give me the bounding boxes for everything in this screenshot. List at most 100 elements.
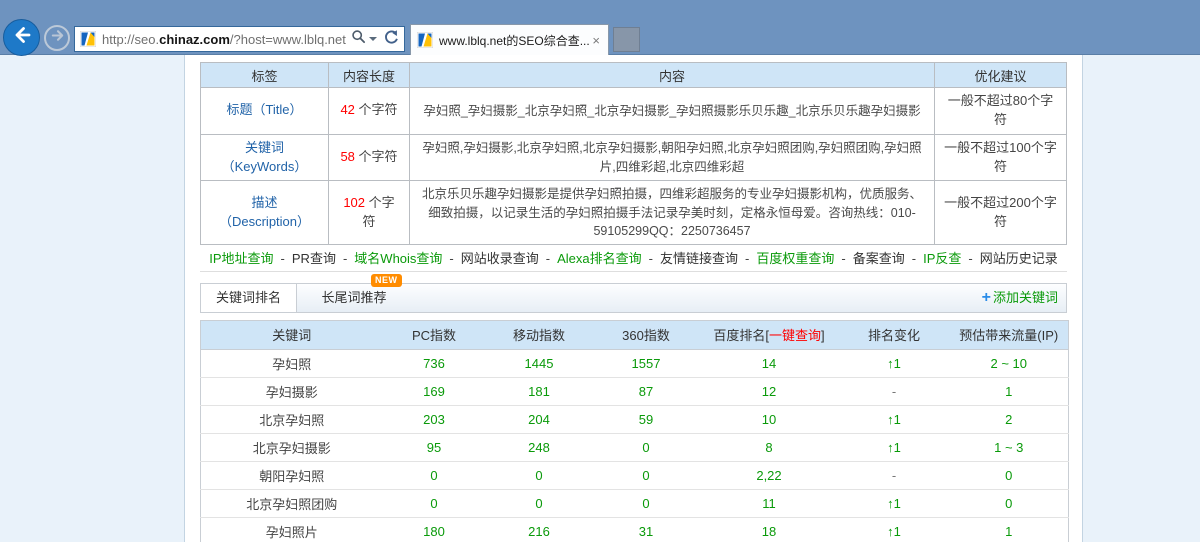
keyword-row: 北京孕妇摄影 95 248 0 8 ↑1 1 ~ 3 <box>201 433 1069 461</box>
tab-favicon-icon <box>417 32 433 48</box>
keyword-header-row: 关键词 PC指数 移动指数 360指数 百度排名[一键查询] 排名变化 预估带来… <box>201 320 1069 349</box>
kw-header-keyword: 关键词 <box>201 320 383 349</box>
link-icp-record[interactable]: 备案查询 <box>834 248 904 267</box>
keyword-cell: 北京孕妇照团购 <box>201 489 383 517</box>
keyword-cell: 北京孕妇摄影 <box>201 433 383 461</box>
pc-index-cell: 169 <box>383 377 486 405</box>
new-tab-button[interactable] <box>613 27 640 52</box>
meta-header-suggestion: 优化建议 <box>935 63 1067 88</box>
keyword-cell: 朝阳孕妇照 <box>201 461 383 489</box>
keyword-row: 孕妇照 736 1445 1557 14 ↑1 2 ~ 10 <box>201 349 1069 377</box>
one-click-query-link[interactable]: 一键查询 <box>769 328 821 343</box>
mobile-index-cell: 181 <box>486 377 593 405</box>
description-link[interactable]: 描述（Description） <box>201 181 329 244</box>
kw-header-mobile-index: 移动指数 <box>486 320 593 349</box>
kw-header-baidu-rank: 百度排名[一键查询] <box>700 320 839 349</box>
mobile-index-cell: 216 <box>486 517 593 542</box>
mobile-index-cell: 0 <box>486 461 593 489</box>
keywords-link[interactable]: 关键词（KeyWords） <box>201 134 329 181</box>
360-index-cell: 0 <box>593 433 700 461</box>
title-suggestion: 一般不超过80个字符 <box>935 88 1067 135</box>
keyword-panel-tabstrip: 关键词排名 长尾词推荐 NEW +添加关键词 <box>200 283 1067 313</box>
keywords-suggestion: 一般不超过100个字符 <box>935 134 1067 181</box>
rank-change-cell: ↑1 <box>839 405 950 433</box>
meta-header-row: 标签 内容长度 内容 优化建议 <box>201 63 1067 88</box>
keyword-row: 北京孕妇照 203 204 59 10 ↑1 2 <box>201 405 1069 433</box>
tab-longtail-suggest[interactable]: 长尾词推荐 <box>298 284 410 312</box>
add-keyword-button[interactable]: +添加关键词 <box>982 284 1058 312</box>
pc-index-cell: 0 <box>383 461 486 489</box>
search-icon[interactable] <box>351 29 366 49</box>
meta-row-keywords: 关键词（KeyWords） 58 个字符 孕妇照,孕妇摄影,北京孕妇照,北京孕妇… <box>201 134 1067 181</box>
pc-index-cell: 736 <box>383 349 486 377</box>
link-friend-links[interactable]: 友情链接查询 <box>642 248 738 267</box>
kw-header-360-index: 360指数 <box>593 320 700 349</box>
rank-change-cell: - <box>839 461 950 489</box>
keywords-char-count: 58 个字符 <box>329 134 410 181</box>
link-alexa-rank[interactable]: Alexa排名查询 <box>539 248 642 267</box>
mobile-index-cell: 248 <box>486 433 593 461</box>
baidu-rank-cell: 12 <box>700 377 839 405</box>
baidu-rank-cell: 8 <box>700 433 839 461</box>
baidu-rank-cell: 14 <box>700 349 839 377</box>
browser-chrome: http://seo.chinaz.com/?host=www.lblq.net… <box>0 0 1200 55</box>
link-whois-lookup[interactable]: 域名Whois查询 <box>336 248 442 267</box>
pc-index-cell: 180 <box>383 517 486 542</box>
link-reverse-ip[interactable]: IP反查 <box>905 248 962 267</box>
meta-header-length: 内容长度 <box>329 63 410 88</box>
search-dropdown-caret-icon[interactable] <box>369 37 377 41</box>
page-content-column: 标签 内容长度 内容 优化建议 标题（Title） 42 个字符 孕妇照_孕妇摄… <box>184 55 1083 542</box>
keyword-cell: 孕妇照片 <box>201 517 383 542</box>
360-index-cell: 59 <box>593 405 700 433</box>
seo-meta-table: 标签 内容长度 内容 优化建议 标题（Title） 42 个字符 孕妇照_孕妇摄… <box>200 62 1067 245</box>
link-index-lookup[interactable]: 网站收录查询 <box>442 248 538 267</box>
360-index-cell: 1557 <box>593 349 700 377</box>
mobile-index-cell: 0 <box>486 489 593 517</box>
baidu-rank-cell: 10 <box>700 405 839 433</box>
meta-header-content: 内容 <box>410 63 935 88</box>
refresh-icon[interactable] <box>383 29 399 50</box>
keyword-cell: 北京孕妇照 <box>201 405 383 433</box>
keyword-row: 北京孕妇照团购 0 0 0 11 ↑1 0 <box>201 489 1069 517</box>
est-traffic-cell: 2 <box>950 405 1069 433</box>
back-arrow-icon <box>11 24 33 51</box>
mobile-index-cell: 204 <box>486 405 593 433</box>
tab-title: www.lblq.net的SEO综合查... <box>439 32 590 49</box>
quick-links-bar: IP地址查询 PR查询 域名Whois查询 网站收录查询 Alexa排名查询 友… <box>200 245 1067 272</box>
baidu-rank-cell: 2,22 <box>700 461 839 489</box>
tab-close-icon[interactable]: × <box>590 34 602 47</box>
est-traffic-cell: 1 <box>950 517 1069 542</box>
link-baidu-weight[interactable]: 百度权重查询 <box>738 248 834 267</box>
keyword-cell: 孕妇摄影 <box>201 377 383 405</box>
title-content: 孕妇照_孕妇摄影_北京孕妇照_北京孕妇摄影_孕妇照摄影乐贝乐趣_北京乐贝乐趣孕妇… <box>410 88 935 135</box>
keyword-row: 孕妇照片 180 216 31 18 ↑1 1 <box>201 517 1069 542</box>
meta-header-tag: 标签 <box>201 63 329 88</box>
url-text[interactable]: http://seo.chinaz.com/?host=www.lblq.net <box>102 32 346 47</box>
kw-header-est-traffic: 预估带来流量(IP) <box>950 320 1069 349</box>
rank-change-cell: ↑1 <box>839 489 950 517</box>
kw-header-rank-change: 排名变化 <box>839 320 950 349</box>
baidu-rank-cell: 11 <box>700 489 839 517</box>
keyword-ranking-table: 关键词 PC指数 移动指数 360指数 百度排名[一键查询] 排名变化 预估带来… <box>200 320 1069 542</box>
pc-index-cell: 203 <box>383 405 486 433</box>
title-link[interactable]: 标题（Title） <box>201 88 329 135</box>
tab-keyword-ranking[interactable]: 关键词排名 <box>201 284 297 312</box>
forward-button[interactable] <box>44 25 70 51</box>
keyword-cell: 孕妇照 <box>201 349 383 377</box>
link-pr-lookup[interactable]: PR查询 <box>274 248 336 267</box>
link-site-history[interactable]: 网站历史记录 <box>961 248 1057 267</box>
rank-change-cell: ↑1 <box>839 517 950 542</box>
est-traffic-cell: 2 ~ 10 <box>950 349 1069 377</box>
est-traffic-cell: 1 ~ 3 <box>950 433 1069 461</box>
est-traffic-cell: 1 <box>950 377 1069 405</box>
360-index-cell: 87 <box>593 377 700 405</box>
rank-change-cell: - <box>839 377 950 405</box>
link-ip-lookup[interactable]: IP地址查询 <box>209 248 273 267</box>
new-badge: NEW <box>371 274 402 287</box>
address-bar[interactable]: http://seo.chinaz.com/?host=www.lblq.net <box>74 26 405 52</box>
chinaz-favicon-icon <box>80 31 96 47</box>
pc-index-cell: 0 <box>383 489 486 517</box>
back-button[interactable] <box>3 19 40 56</box>
baidu-rank-cell: 18 <box>700 517 839 542</box>
browser-tab[interactable]: www.lblq.net的SEO综合查... × <box>410 24 609 55</box>
